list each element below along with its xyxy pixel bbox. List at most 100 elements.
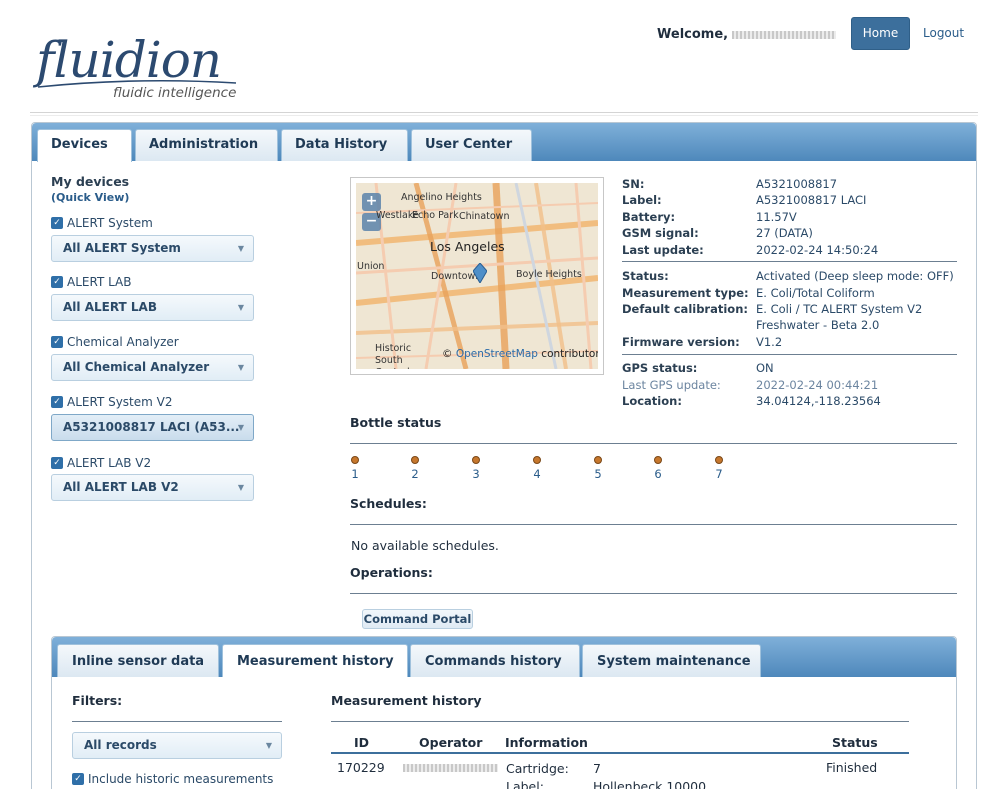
records-filter-select[interactable]: All records ▼ — [72, 732, 282, 759]
tab-system-maintenance[interactable]: System maintenance — [582, 644, 761, 677]
info-label: Location: — [622, 394, 682, 408]
device-location-map[interactable]: + − Angelino Heights Chinatown Los Angel… — [350, 177, 604, 375]
tab-inline-sensor-data[interactable]: Inline sensor data — [57, 644, 219, 677]
include-historic-label: Include historic measurements — [88, 772, 274, 786]
operations-title: Operations: — [350, 565, 433, 580]
caret-down-icon: ▼ — [237, 423, 244, 432]
info-label: GPS status: — [622, 361, 698, 375]
include-historic-checkbox[interactable]: ✓ Include historic measurements — [72, 772, 273, 786]
bottle-number: 5 — [594, 467, 602, 481]
tab-administration[interactable]: Administration — [135, 129, 278, 161]
tab-data-history[interactable]: Data History — [281, 129, 408, 161]
info-calibration: Default calibration: E. Coli / TC ALERT … — [622, 301, 922, 317]
info-label: Battery: — [622, 210, 676, 224]
select-alert-system[interactable]: All ALERT System ▼ — [51, 235, 254, 262]
caret-down-icon: ▼ — [265, 741, 272, 750]
info-label-value: Hollenbeck 10000 — [593, 779, 707, 789]
info-gps-status: GPS status: ON — [622, 360, 774, 376]
info-measurement-type: Measurement type: E. Coli/Total Coliform — [622, 285, 875, 301]
history-tab-bar: Inline sensor data Measurement history C… — [52, 637, 956, 677]
row-id[interactable]: 170229 — [337, 760, 385, 775]
info-value: V1.2 — [756, 335, 783, 349]
table-header-divider — [331, 752, 909, 754]
select-alert-lab-v2[interactable]: All ALERT LAB V2 ▼ — [51, 474, 254, 501]
info-value: 2022-02-24 00:44:21 — [756, 378, 879, 392]
checkbox-icon[interactable]: ✓ — [51, 457, 63, 469]
section-divider — [350, 593, 957, 594]
group-alert-system[interactable]: ✓ ALERT System — [51, 215, 153, 231]
group-label: ALERT LAB V2 — [67, 456, 152, 470]
schedules-title: Schedules: — [350, 496, 427, 511]
filters-title: Filters: — [72, 693, 123, 708]
group-alert-lab-v2[interactable]: ✓ ALERT LAB V2 — [51, 455, 151, 471]
info-value: 27 (DATA) — [756, 226, 813, 240]
bottle-item[interactable]: 2 — [409, 456, 421, 481]
measurement-history-title: Measurement history — [331, 693, 482, 708]
tab-devices[interactable]: Devices — [37, 129, 132, 162]
group-alert-lab[interactable]: ✓ ALERT LAB — [51, 274, 132, 290]
select-alert-lab[interactable]: All ALERT LAB ▼ — [51, 294, 254, 321]
bottle-item[interactable]: 1 — [349, 456, 361, 481]
bottle-item[interactable]: 4 — [531, 456, 543, 481]
checkbox-icon[interactable]: ✓ — [51, 217, 63, 229]
column-header-information[interactable]: Information — [505, 735, 588, 750]
info-label: Label: — [622, 193, 662, 207]
info-value: E. Coli / TC ALERT System V2 — [756, 302, 923, 316]
bottle-item[interactable]: 5 — [592, 456, 604, 481]
zoom-in-button[interactable]: + — [362, 193, 381, 211]
bottle-number: 1 — [351, 467, 359, 481]
bottle-item[interactable]: 6 — [652, 456, 664, 481]
checkbox-icon[interactable]: ✓ — [51, 396, 63, 408]
checkbox-icon[interactable]: ✓ — [51, 336, 63, 348]
column-header-status[interactable]: Status — [832, 735, 878, 750]
welcome-text: Welcome, — [657, 27, 729, 42]
select-value: All Chemical Analyzer — [63, 360, 210, 374]
group-label: ALERT System V2 — [67, 395, 173, 409]
bottle-item[interactable]: 7 — [713, 456, 725, 481]
tab-measurement-history[interactable]: Measurement history — [222, 644, 408, 677]
quick-view-link[interactable]: (Quick View) — [51, 191, 129, 204]
info-label-label: Label: — [506, 779, 544, 789]
checkbox-icon[interactable]: ✓ — [51, 276, 63, 288]
fluidion-logo: fluidion fluidic intelligence — [36, 30, 246, 105]
attribution-suffix: contributors — [541, 348, 598, 360]
map-canvas[interactable]: + − Angelino Heights Chinatown Los Angel… — [356, 183, 598, 369]
info-sn: SN: A5321008817 — [622, 176, 837, 192]
command-portal-button[interactable]: Command Portal — [362, 609, 473, 629]
info-label-row: Label: A5321008817 LACI — [622, 192, 866, 208]
select-alert-system-v2[interactable]: A5321008817 LACI (A53... ▼ — [51, 414, 254, 441]
redacted-username — [732, 31, 836, 39]
info-label: Last update: — [622, 243, 704, 257]
group-label: ALERT System — [67, 216, 153, 230]
bottle-number: 6 — [654, 467, 662, 481]
group-alert-system-v2[interactable]: ✓ ALERT System V2 — [51, 394, 173, 410]
map-label: Angelino Heights — [401, 192, 482, 203]
openstreetmap-link[interactable]: OpenStreetMap — [456, 348, 538, 360]
group-label: ALERT LAB — [67, 275, 132, 289]
bottle-item[interactable]: 3 — [470, 456, 482, 481]
select-value: A5321008817 LACI (A53... — [63, 420, 240, 434]
logout-link[interactable]: Logout — [923, 26, 964, 40]
column-header-id[interactable]: ID — [354, 735, 369, 750]
info-value: A5321008817 LACI — [756, 193, 867, 207]
column-header-operator[interactable]: Operator — [419, 735, 482, 750]
tab-commands-history[interactable]: Commands history — [410, 644, 580, 677]
no-schedules-text: No available schedules. — [351, 538, 499, 553]
main-tab-bar: Devices Administration Data History User… — [32, 123, 976, 162]
bottle-number: 7 — [715, 467, 723, 481]
bottle-icon — [533, 456, 541, 464]
section-divider — [350, 443, 957, 444]
info-label: Default calibration: — [622, 302, 748, 316]
bottle-icon — [351, 456, 359, 464]
tab-user-center[interactable]: User Center — [411, 129, 532, 161]
info-label: Firmware version: — [622, 335, 740, 349]
select-chemical-analyzer[interactable]: All Chemical Analyzer ▼ — [51, 354, 254, 381]
map-pin-icon[interactable] — [473, 263, 487, 283]
info-value: Activated (Deep sleep mode: OFF) — [756, 269, 954, 283]
redacted-operator — [403, 764, 498, 772]
checkbox-icon[interactable]: ✓ — [72, 773, 84, 785]
bottle-icon — [654, 456, 662, 464]
info-calibration-2: Freshwater - Beta 2.0 — [622, 317, 879, 333]
group-chemical-analyzer[interactable]: ✓ Chemical Analyzer — [51, 334, 179, 350]
home-button[interactable]: Home — [851, 17, 910, 50]
